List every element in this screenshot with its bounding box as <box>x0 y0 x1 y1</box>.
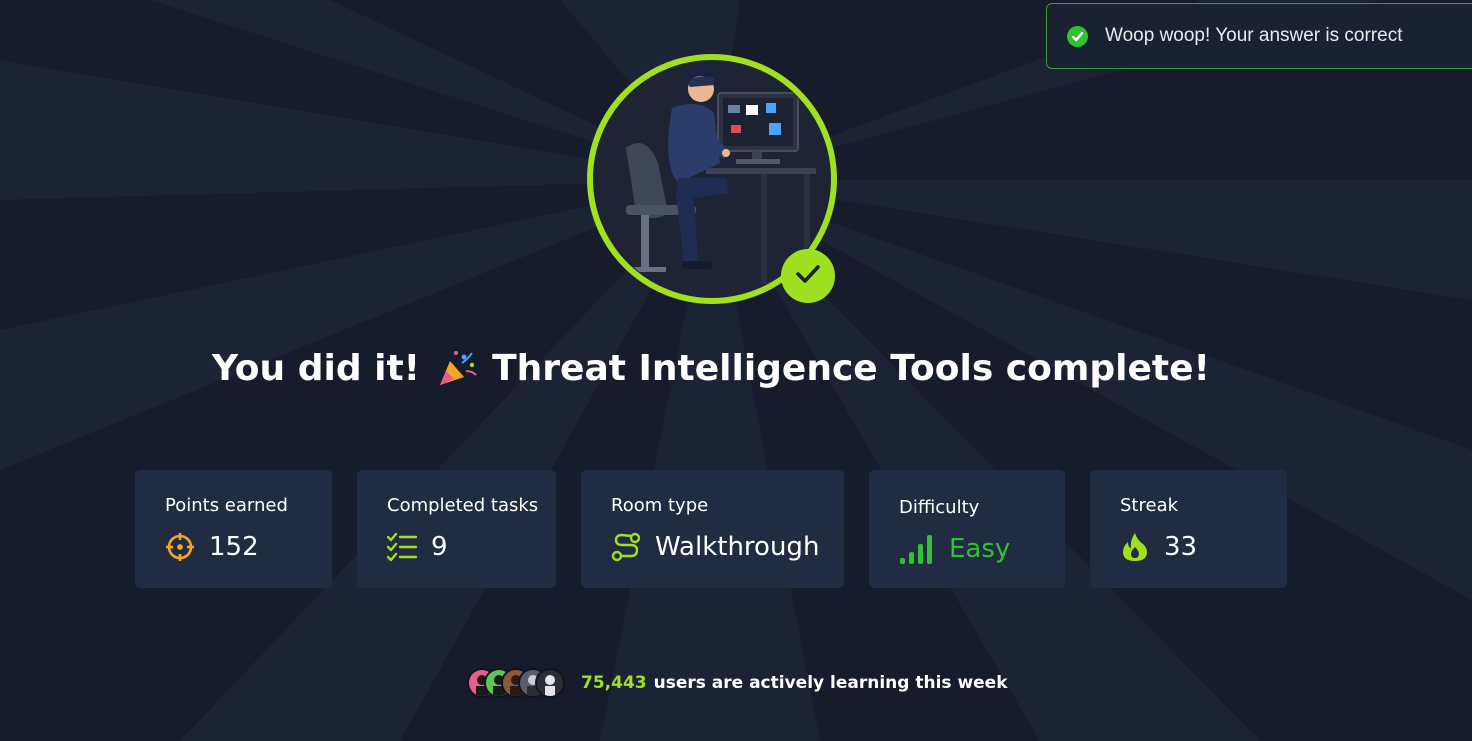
completion-heading: You did it! Threat Intelligence Tools co… <box>0 348 1422 389</box>
completed-tasks-card: Completed tasks 9 <box>357 470 556 588</box>
heading-title: Threat Intelligence Tools complete! <box>492 348 1210 389</box>
streak-card: Streak 33 <box>1090 470 1287 588</box>
difficulty-value: Easy <box>949 534 1011 564</box>
heading-prefix: You did it! <box>212 348 421 389</box>
check-icon <box>794 262 822 290</box>
streak-label: Streak <box>1120 495 1179 516</box>
complete-check-badge <box>781 249 835 303</box>
signal-bars-icon <box>899 534 935 564</box>
difficulty-card: Difficulty Easy <box>869 470 1065 588</box>
learner-avatars <box>467 667 569 699</box>
streak-value: 33 <box>1164 532 1198 562</box>
room-type-value: Walkthrough <box>655 532 820 562</box>
difficulty-label: Difficulty <box>899 497 980 518</box>
room-type-card: Room type Walkthrough <box>581 470 844 588</box>
completed-tasks-value: 9 <box>431 532 448 562</box>
difficulty-value-row: Easy <box>899 534 1010 564</box>
room-type-value-row: Walkthrough <box>611 532 819 562</box>
checklist-icon <box>387 532 417 562</box>
completed-tasks-value-row: 9 <box>387 532 448 562</box>
points-earned-value-row: 152 <box>165 532 259 562</box>
streak-value-row: 33 <box>1120 532 1197 562</box>
room-type-label: Room type <box>611 495 709 516</box>
active-learners-text: users are actively learning this week <box>653 673 1008 693</box>
points-earned-value: 152 <box>209 532 259 562</box>
party-popper-icon <box>434 349 478 389</box>
points-earned-card: Points earned 152 <box>135 470 332 588</box>
completed-tasks-label: Completed tasks <box>387 495 539 516</box>
success-toast[interactable]: Woop woop! Your answer is correct <box>1046 3 1472 69</box>
route-icon <box>611 532 641 562</box>
toast-message: Woop woop! Your answer is correct <box>1105 25 1403 46</box>
points-earned-label: Points earned <box>165 495 288 516</box>
flame-icon <box>1120 532 1150 562</box>
active-learners-count: 75,443 <box>581 673 647 693</box>
check-circle-icon <box>1067 25 1088 47</box>
avatar <box>535 668 565 698</box>
crosshair-icon <box>165 532 195 562</box>
active-learners-row: 75,443 users are actively learning this … <box>467 667 1008 699</box>
